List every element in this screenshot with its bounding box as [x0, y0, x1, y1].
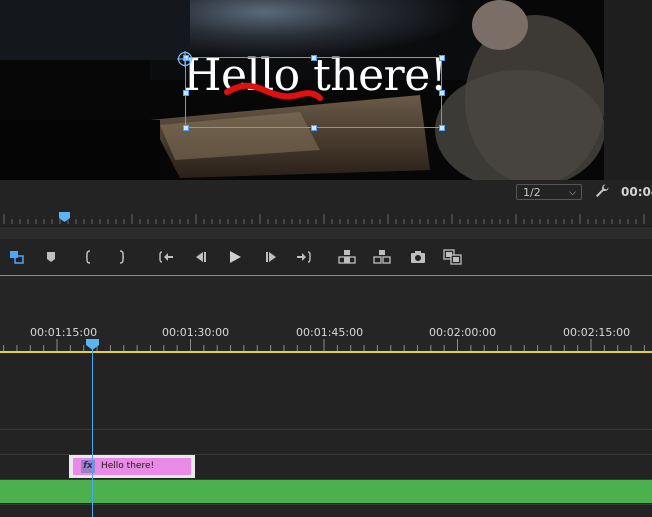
wrench-icon[interactable] [594, 183, 610, 199]
resolution-value: 1/2 [523, 186, 541, 199]
anchor-point-icon[interactable] [176, 50, 194, 68]
play-icon [230, 251, 241, 263]
audio-clip[interactable] [0, 480, 652, 503]
chevron-down-icon: ⌵ [569, 188, 576, 198]
resize-handle[interactable] [311, 55, 317, 61]
lift-icon [338, 250, 356, 264]
monitor-side-panel [604, 0, 652, 180]
program-monitor[interactable]: Hello there! [0, 0, 604, 180]
step-back-button[interactable] [192, 248, 210, 266]
play-button[interactable] [226, 248, 244, 266]
resolution-select[interactable]: 1/2 ⌵ [516, 184, 582, 200]
clip-body: fx Hello there! [73, 458, 191, 475]
text-bounding-box[interactable] [185, 57, 442, 128]
extract-icon [373, 250, 391, 264]
mark-out-icon [119, 250, 125, 264]
resize-handle[interactable] [311, 125, 317, 131]
mark-in-icon [85, 250, 91, 264]
extract-button[interactable] [373, 248, 391, 266]
go-to-out-icon [297, 251, 311, 263]
go-to-out-button[interactable] [295, 248, 313, 266]
track-divider [0, 429, 652, 430]
mark-out-button[interactable] [112, 248, 130, 266]
ruler-timecode: 00:01:45:00 [296, 326, 364, 339]
resize-handle[interactable] [439, 90, 445, 96]
resize-handle[interactable] [439, 55, 445, 61]
ruler-timecode: 00:01:30:00 [162, 326, 230, 339]
ruler-timecode: 00:02:00:00 [429, 326, 497, 339]
resize-handle[interactable] [183, 90, 189, 96]
camera-icon [411, 251, 425, 263]
mark-in-button[interactable] [80, 248, 98, 266]
monitor-time-ruler[interactable] [0, 208, 652, 226]
resize-handle[interactable] [183, 125, 189, 131]
title-clip[interactable]: fx Hello there! [69, 455, 195, 478]
add-marker-button[interactable] [42, 248, 60, 266]
ruler-timecode: 00:02:15:00 [563, 326, 631, 339]
ruler-timecode: 00:01:15:00 [30, 326, 98, 339]
step-forward-button[interactable] [262, 248, 280, 266]
insert-overwrite-icon [10, 251, 24, 264]
playhead-line[interactable] [92, 345, 93, 517]
track-divider [0, 504, 652, 505]
clip-label: Hello there! [101, 461, 155, 471]
add-marker-icon [47, 252, 55, 262]
step-forward-icon [266, 252, 276, 262]
comparison-view-icon [443, 249, 462, 265]
playhead-timecode[interactable]: 00:04 [621, 185, 652, 199]
go-to-in-button[interactable] [157, 248, 175, 266]
lift-button[interactable] [338, 248, 356, 266]
step-back-icon [196, 252, 206, 262]
insert-overwrite-button[interactable] [8, 248, 26, 266]
monitor-zoom-scrollbar[interactable] [0, 226, 652, 239]
mini-ruler-ticks [3, 214, 645, 224]
resize-handle[interactable] [439, 125, 445, 131]
comparison-view-button[interactable] [443, 248, 462, 266]
export-frame-button[interactable] [409, 248, 427, 266]
go-to-in-icon [159, 251, 173, 263]
